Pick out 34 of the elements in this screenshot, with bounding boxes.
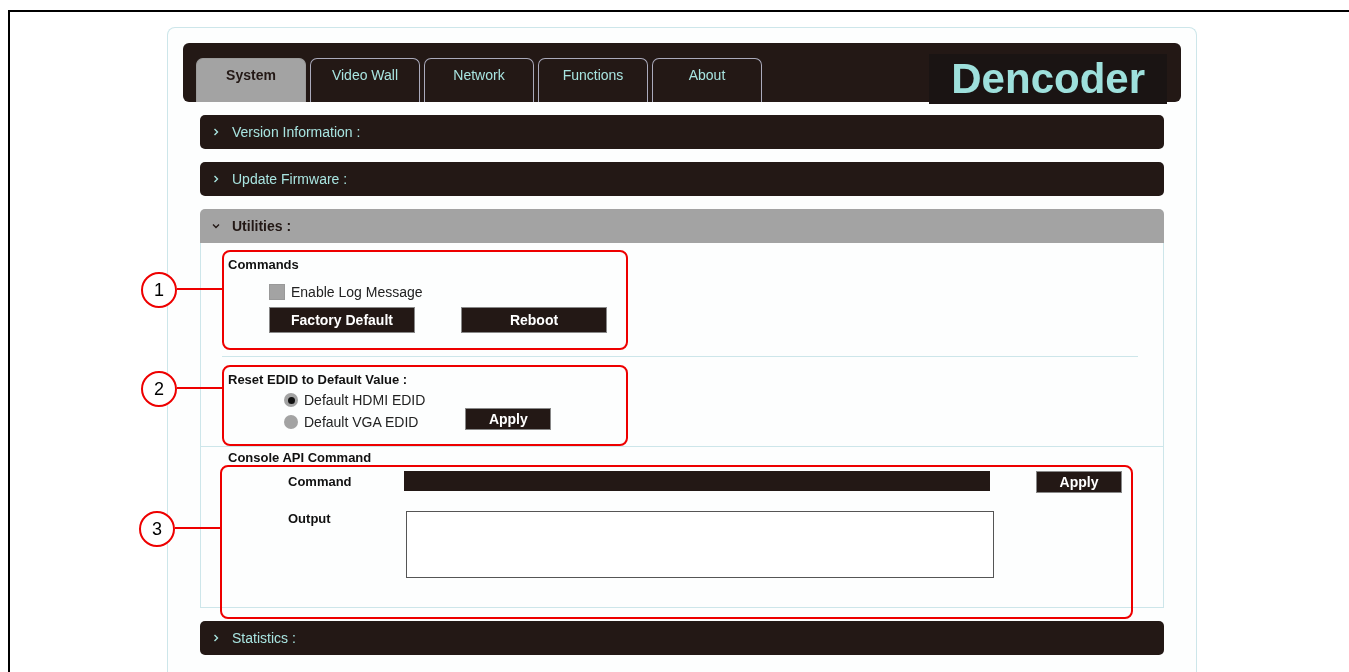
chevron-right-icon (212, 634, 220, 642)
apply-button[interactable]: Apply (465, 408, 552, 430)
section-title: Commands (228, 257, 300, 272)
tab[interactable]: About (652, 58, 762, 102)
tab[interactable]: Video Wall (310, 58, 420, 102)
command-field[interactable] (404, 471, 990, 491)
field-label: Command (288, 474, 353, 489)
accordion-header[interactable]: Version Information : (200, 115, 1164, 149)
section-title: Reset EDID to Default Value : (228, 372, 409, 387)
radio-button[interactable] (284, 393, 298, 407)
callout-number: 2 (141, 371, 177, 407)
output-field[interactable] (406, 511, 994, 578)
accordion-header[interactable]: Utilities : (200, 209, 1164, 243)
accordion-header[interactable]: Statistics : (200, 621, 1164, 655)
chevron-down-icon (212, 222, 220, 230)
apply-button[interactable]: Apply (1036, 471, 1122, 493)
radio-button[interactable] (284, 415, 298, 429)
callout-number: 3 (139, 511, 175, 547)
checkbox[interactable] (269, 284, 285, 300)
tab[interactable]: Functions (538, 58, 648, 102)
command-button[interactable]: Factory Default (269, 307, 415, 333)
tab[interactable]: Network (424, 58, 534, 102)
callout-number: 1 (141, 272, 177, 308)
field-label: Output (288, 511, 332, 526)
checkbox-label: Enable Log Message (291, 284, 423, 300)
command-button[interactable]: Reboot (461, 307, 607, 333)
chevron-right-icon (212, 128, 220, 136)
radio-label: Default HDMI EDID (304, 392, 426, 408)
chevron-right-icon (212, 175, 220, 183)
section-title: Console API Command (228, 450, 373, 465)
accordion-header[interactable]: Update Firmware : (200, 162, 1164, 196)
radio-label: Default VGA EDID (304, 414, 419, 430)
logo: Dencoder (929, 53, 1167, 104)
tab[interactable]: System (196, 58, 306, 102)
